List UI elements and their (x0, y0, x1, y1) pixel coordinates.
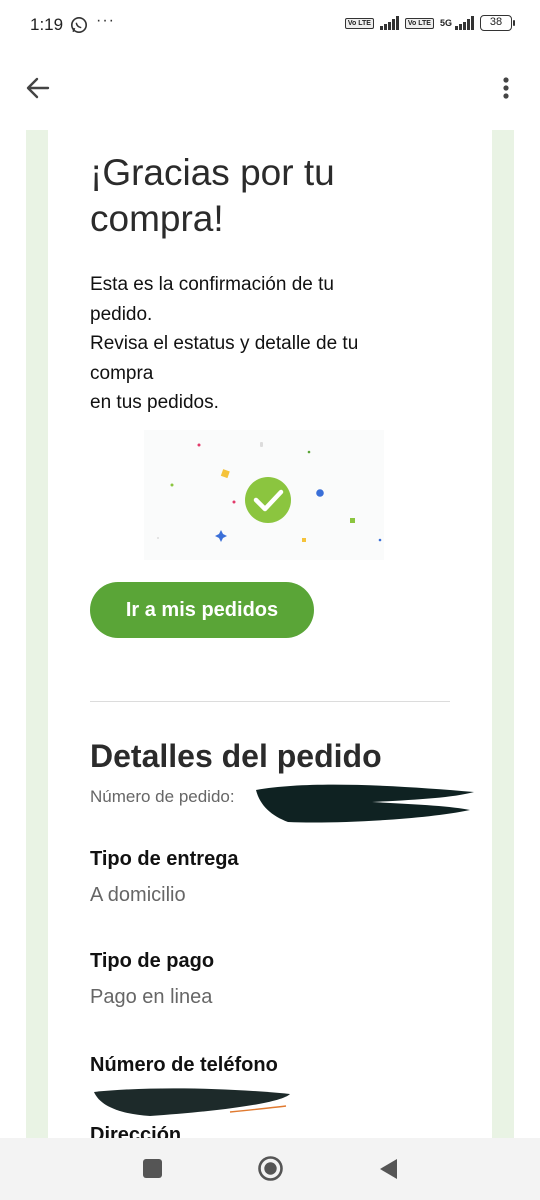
intro-line-5: en tus pedidos. (90, 392, 219, 413)
signal-icon-2 (455, 16, 474, 30)
delivery-type-value: A domicilio (90, 884, 186, 906)
go-to-orders-button[interactable]: Ir a mis pedidos (90, 582, 314, 638)
email-content: ¡Gracias por tu compra! Esta es la confi… (48, 130, 492, 1138)
confetti-illustration (144, 430, 384, 560)
check-circle-icon (245, 477, 291, 523)
back-triangle-icon[interactable] (377, 1157, 399, 1181)
more-vert-icon[interactable] (494, 76, 518, 100)
delivery-type-label: Tipo de entrega (90, 848, 239, 870)
status-right-group: Vo LTE Vo LTE 5G 38 (344, 15, 515, 31)
app-bar (0, 52, 540, 124)
volte-icon-2: Vo LTE (404, 17, 434, 29)
title-line-2: compra! (90, 198, 224, 239)
divider (90, 701, 450, 702)
notification-more-indicator: ··· (96, 12, 115, 29)
phone-label: Número de teléfono (90, 1054, 278, 1076)
status-bar: 1:19 ··· Vo LTE Vo LTE 5G 38 (0, 0, 540, 52)
home-circle-icon[interactable] (257, 1155, 284, 1182)
intro-line-4: compra (90, 362, 154, 384)
title-line-1: ¡Gracias por tu (90, 152, 335, 193)
address-label: Dirección (90, 1124, 182, 1138)
payment-type-value: Pago en linea (90, 986, 213, 1008)
network-type: 5G (439, 18, 452, 28)
intro-text: Esta es la confirmación de tu pedido. Re… (90, 270, 410, 418)
page-title: ¡Gracias por tu compra! (90, 150, 450, 242)
whatsapp-icon (70, 16, 88, 34)
intro-line-2: pedido. (90, 303, 153, 325)
status-time: 1:19 (30, 15, 64, 34)
details-title: Detalles del pedido (90, 738, 382, 774)
payment-type-label: Tipo de pago (90, 950, 215, 972)
intro-line-3: Revisa el estatus y detalle de tu (90, 333, 359, 354)
right-gutter (492, 130, 514, 1138)
battery-icon: 38 (480, 15, 515, 31)
signal-icon (379, 16, 399, 30)
recents-square-icon[interactable] (143, 1159, 162, 1178)
back-arrow-icon[interactable] (24, 74, 52, 102)
battery-level: 38 (489, 16, 503, 28)
redaction-mark-order-number (256, 784, 474, 823)
system-nav-bar (0, 1138, 540, 1200)
redaction-mark-phone (94, 1088, 290, 1116)
volte-icon: Vo LTE (344, 17, 374, 29)
left-gutter (26, 130, 48, 1138)
order-number-label: Número de pedido: (90, 787, 235, 806)
intro-line-1: Esta es la confirmación de tu (90, 274, 334, 295)
